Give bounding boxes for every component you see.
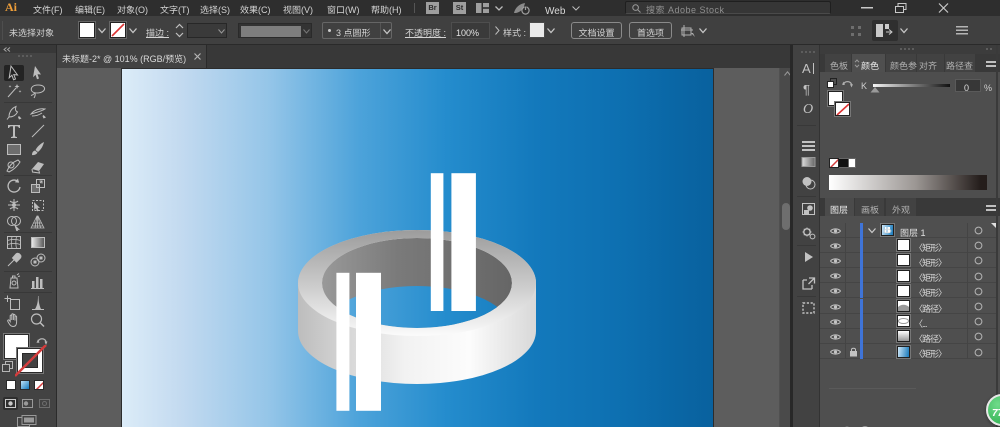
svg-text:A: A (802, 61, 811, 76)
svg-text:¶: ¶ (803, 82, 810, 97)
svg-text:O: O (803, 102, 813, 116)
